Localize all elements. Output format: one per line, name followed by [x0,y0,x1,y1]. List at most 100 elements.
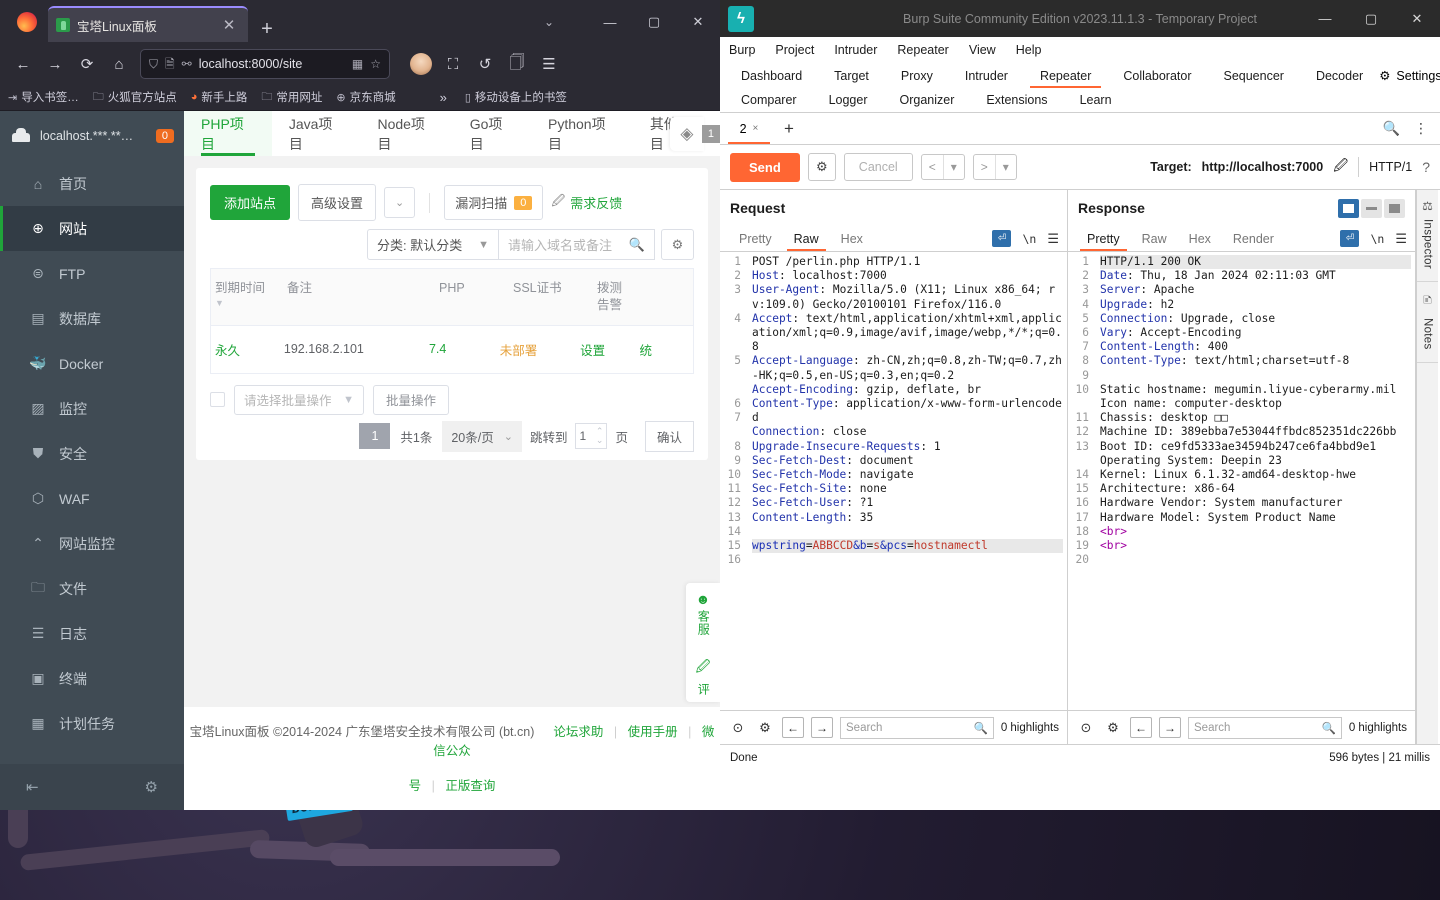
sidebar-item-site-monitor[interactable]: ⌃ 网站监控 [0,521,184,566]
bookmark-common-sites[interactable]: 🗀 常用网址 [261,88,322,107]
headset-icon[interactable]: ☻ [696,591,711,607]
bookmark-import[interactable]: ⇥ 导入书签… [8,89,79,105]
feedback-link[interactable]: 🖉 需求反馈 [551,192,622,214]
search-icon[interactable]: 🔍 [629,237,645,253]
sidebar-item-files[interactable]: 🗀 文件 [0,566,184,611]
cell-ssl[interactable]: 未部署 [496,326,576,373]
tab-target[interactable]: Target [818,63,885,88]
request-content[interactable]: POST /perlin.php HTTP/1.1 Host: localhost… [746,255,1067,710]
request-tab-pretty[interactable]: Pretty [728,226,783,251]
star-icon[interactable]: ☆ [370,58,381,70]
single-pane-icon[interactable] [1384,198,1405,218]
bookmark-getting-started[interactable]: ◕ 新手上路 [191,89,248,105]
pencil-icon[interactable]: 🖉 [1333,155,1348,179]
tab-php-project[interactable]: PHP项目 [184,111,272,156]
crop-icon[interactable]: ⛶ [438,49,468,79]
notes-rail-button[interactable]: 🗈 Notes [1417,282,1438,363]
maximize-button[interactable]: ▢ [1348,0,1394,37]
close-icon[interactable]: ✕ [218,14,240,36]
tab-intruder[interactable]: Intruder [949,63,1024,88]
qr-code-icon[interactable]: ▦ [352,58,363,70]
cell-php[interactable]: 7.4 [425,328,496,370]
back-icon[interactable]: ← [8,49,38,79]
footer-link-account[interactable]: 号 [409,779,422,793]
bookmark-jd[interactable]: ⊕ 京东商城 [336,89,395,105]
bookmarks-overflow-icon[interactable]: » [440,90,447,105]
history-back-caret[interactable]: ▾ [944,155,964,179]
cell-stats[interactable]: 统 [635,326,692,373]
page-number-1[interactable]: 1 [359,423,391,450]
tab-logger[interactable]: Logger [813,88,884,112]
tab-node-project[interactable]: Node项目 [360,111,452,156]
tab-repeater[interactable]: Repeater [1024,63,1107,88]
sidebar-item-ftp[interactable]: ⊜ FTP [0,251,184,296]
pro-upgrade-badge[interactable]: ◈ 1 [669,111,720,156]
stepper-icon[interactable]: ⌃ ⌄ [596,427,604,445]
jump-page-input[interactable]: 1 ⌃ ⌄ [575,423,608,450]
menu-burp[interactable]: Burp [729,43,755,57]
table-row[interactable]: 永久 192.168.2.101 7.4 未部署 设置 统 [211,326,693,374]
sidebar-item-database[interactable]: ▤ 数据库 [0,296,184,341]
find-next-button[interactable]: → [811,717,833,738]
search-icon[interactable]: 🔍 [973,721,987,735]
sidebar-item-home[interactable]: ⌂ 首页 [0,161,184,206]
request-tab-raw[interactable]: Raw [783,226,830,251]
gear-icon[interactable]: ⚙ [755,718,775,738]
new-tab-button[interactable]: + [256,18,278,40]
gear-icon[interactable]: ⚙ [1103,718,1123,738]
bookmark-mobile[interactable]: ▯ 移动设备上的书签 [465,89,567,105]
history-forward-caret[interactable]: ▾ [996,155,1016,179]
sidebar-item-cron[interactable]: ▦ 计划任务 [0,701,184,746]
tab-extensions[interactable]: Extensions [970,88,1063,112]
review-label[interactable]: 评 [696,683,710,696]
menu-view[interactable]: View [969,43,996,57]
search-icon[interactable]: 🔍 [1321,721,1335,735]
tab-learn[interactable]: Learn [1064,88,1128,112]
kebab-menu-icon[interactable]: ⋮ [1414,120,1428,137]
tab-organizer[interactable]: Organizer [884,88,971,112]
forward-icon[interactable]: → [40,49,70,79]
http-version-label[interactable]: HTTP/1 [1369,160,1412,174]
category-select[interactable]: 分类: 默认分类 ▼ [367,229,499,260]
collapse-icon[interactable]: ⇤ [26,778,39,796]
newline-icon[interactable]: \n [1370,232,1384,246]
tab-java-project[interactable]: Java项目 [272,111,361,156]
tab-dashboard[interactable]: Dashboard [725,63,818,88]
find-previous-button[interactable]: ← [1130,717,1152,738]
minimize-button[interactable]: — [1302,0,1348,37]
gear-icon[interactable]: ⚙ [145,778,158,796]
response-tab-hex[interactable]: Hex [1178,226,1222,251]
history-forward-button[interactable]: > [974,155,996,179]
tab-collaborator[interactable]: Collaborator [1107,63,1207,88]
menu-help[interactable]: Help [1016,43,1042,57]
avatar[interactable] [406,49,436,79]
inspector-rail-button[interactable]: ⚖ Inspector [1417,190,1438,283]
tab-comparer[interactable]: Comparer [725,88,813,112]
home-icon[interactable]: ⌂ [104,49,134,79]
sidebar-item-terminal[interactable]: ▣ 终端 [0,656,184,701]
table-settings-button[interactable]: ⚙ [661,229,694,260]
bt-host-header[interactable]: localhost.***.**… 0 [0,111,184,161]
edit-icon[interactable]: 🖉 [696,656,711,680]
minimize-button[interactable]: — [588,0,632,44]
vuln-scan-button[interactable]: 漏洞扫描 0 [444,185,544,220]
split-horizontal-icon[interactable] [1361,198,1382,218]
tab-go-project[interactable]: Go项目 [453,111,531,156]
menu-icon[interactable]: ☰ [1047,231,1059,247]
footer-link-forum[interactable]: 论坛求助 [553,725,603,739]
split-vertical-icon[interactable] [1338,198,1359,218]
menu-repeater[interactable]: Repeater [897,43,948,57]
response-editor[interactable]: 1234 5678 9 10 11 12 13 14 15 16 17 18 19 20 HTT… [1068,252,1415,710]
settings-button[interactable]: ⚙ Settings [1379,63,1440,88]
bookmark-mozilla[interactable]: 🗀 火狐官方站点 [93,88,177,107]
tab-decoder[interactable]: Decoder [1300,63,1379,88]
tab-python-project[interactable]: Python项目 [531,111,633,156]
reload-icon[interactable]: ⟳ [72,49,102,79]
cancel-button[interactable]: Cancel [843,153,913,181]
menu-intruder[interactable]: Intruder [834,43,877,57]
close-icon[interactable]: × [753,123,759,134]
select-all-checkbox[interactable] [210,392,225,408]
hamburger-icon[interactable]: ☰ [534,49,564,79]
sidebar-item-waf[interactable]: ⬡ WAF [0,476,184,521]
send-button[interactable]: Send [730,152,800,182]
